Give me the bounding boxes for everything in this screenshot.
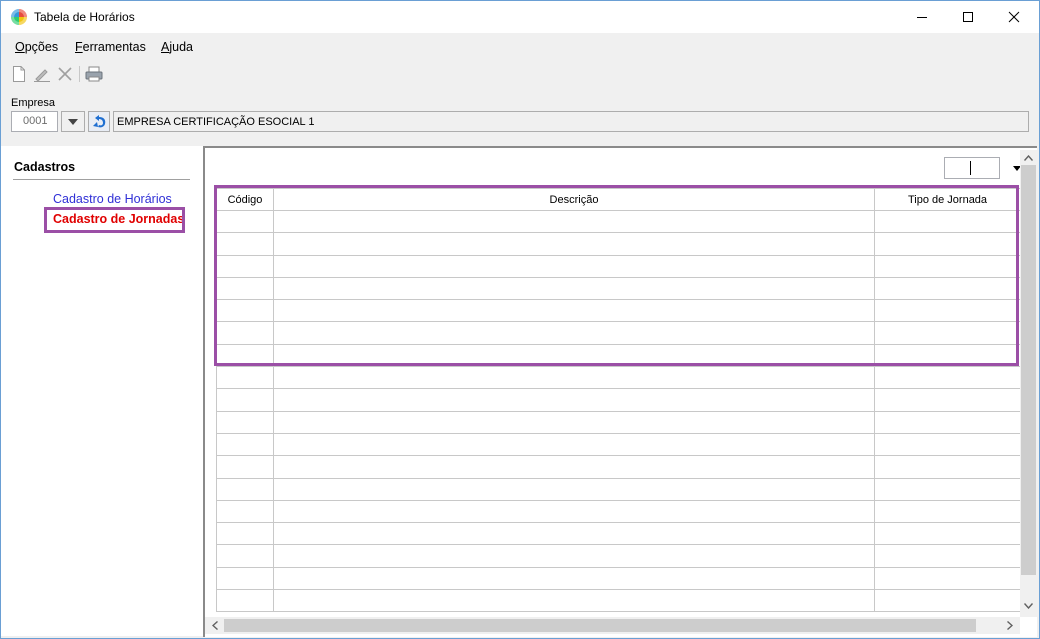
menu-bar: Opções Ferramentas Ajuda <box>1 33 1039 61</box>
table-row[interactable] <box>216 432 1021 457</box>
grid-filter-input[interactable] <box>944 157 1000 179</box>
new-document-icon[interactable] <box>9 64 29 84</box>
empresa-dropdown-button[interactable] <box>61 111 85 132</box>
cadastros-divider <box>13 179 190 180</box>
table-cell[interactable] <box>273 566 875 591</box>
scroll-down-icon[interactable] <box>1021 598 1036 613</box>
empresa-name-field: EMPRESA CERTIFICAÇÃO ESOCIAL 1 <box>113 111 1029 132</box>
table-cell[interactable] <box>273 388 875 412</box>
scroll-up-icon[interactable] <box>1021 150 1036 165</box>
menu-opcoes[interactable]: Opções <box>15 40 58 54</box>
horizontal-scroll-thumb[interactable] <box>224 619 976 632</box>
table-cell[interactable] <box>216 432 274 457</box>
empresa-code-field[interactable]: 0001 <box>11 111 58 132</box>
menu-ferramentas-mnemonic: F <box>75 40 83 54</box>
table-cell[interactable] <box>216 589 274 613</box>
table-cell[interactable] <box>216 544 274 568</box>
text-caret <box>970 161 971 175</box>
table-row[interactable] <box>216 499 1021 524</box>
table-cell[interactable] <box>273 522 875 546</box>
table-cell[interactable] <box>216 366 274 390</box>
close-button[interactable] <box>991 1 1037 33</box>
table-cell[interactable] <box>273 499 875 524</box>
table-cell[interactable] <box>216 455 274 479</box>
title-bar: Tabela de Horários <box>1 1 1039 33</box>
toolbar-separator <box>79 66 80 82</box>
table-row[interactable] <box>216 410 1021 434</box>
menu-opcoes-mnemonic: O <box>15 40 25 54</box>
maximize-button[interactable] <box>945 1 991 33</box>
table-row[interactable] <box>216 589 1021 613</box>
edit-pencil-icon[interactable] <box>32 64 52 84</box>
table-cell[interactable] <box>273 589 875 613</box>
table-row[interactable] <box>216 366 1021 390</box>
table-cell[interactable] <box>216 388 274 412</box>
table-row[interactable] <box>216 455 1021 479</box>
table-cell[interactable] <box>216 477 274 501</box>
table-row[interactable] <box>216 388 1021 412</box>
chevron-down-icon <box>68 118 78 125</box>
window-title: Tabela de Horários <box>34 10 135 24</box>
table-cell[interactable] <box>874 455 1021 479</box>
print-icon[interactable] <box>84 64 104 84</box>
menu-ferramentas-label: erramentas <box>82 40 146 54</box>
table-cell[interactable] <box>216 522 274 546</box>
table-cell[interactable] <box>874 589 1021 613</box>
table-cell[interactable] <box>273 366 875 390</box>
table-cell[interactable] <box>216 499 274 524</box>
table-cell[interactable] <box>874 410 1021 434</box>
cadastros-title: Cadastros <box>14 160 76 174</box>
table-cell[interactable] <box>273 455 875 479</box>
table-cell[interactable] <box>874 388 1021 412</box>
highlight-table-top <box>214 185 1019 366</box>
menu-ajuda-label: juda <box>169 40 193 54</box>
table-cell[interactable] <box>216 566 274 591</box>
table-cell[interactable] <box>874 544 1021 568</box>
table-cell[interactable] <box>273 410 875 434</box>
menu-ajuda[interactable]: Ajuda <box>161 40 193 54</box>
table-cell[interactable] <box>874 499 1021 524</box>
table-row[interactable] <box>216 544 1021 568</box>
table-row[interactable] <box>216 522 1021 546</box>
table-cell[interactable] <box>874 366 1021 390</box>
vertical-scroll-thumb[interactable] <box>1021 165 1036 575</box>
table-row[interactable] <box>216 566 1021 591</box>
delete-x-icon[interactable] <box>55 64 75 84</box>
table-cell[interactable] <box>273 432 875 457</box>
empresa-label: Empresa <box>11 97 56 109</box>
table-row[interactable] <box>216 477 1021 501</box>
table-cell[interactable] <box>874 522 1021 546</box>
table-cell[interactable] <box>273 544 875 568</box>
table-cell[interactable] <box>874 477 1021 501</box>
app-logo-icon <box>11 9 27 25</box>
menu-opcoes-label: pções <box>24 40 59 54</box>
toolbar <box>1 61 1039 89</box>
menu-ferramentas[interactable]: Ferramentas <box>75 40 146 54</box>
table-cell[interactable] <box>874 566 1021 591</box>
scroll-right-icon[interactable] <box>1002 618 1017 633</box>
scroll-left-icon[interactable] <box>207 618 222 633</box>
table-cell[interactable] <box>273 477 875 501</box>
empresa-refresh-button[interactable] <box>88 111 110 132</box>
minimize-button[interactable] <box>899 1 945 33</box>
link-cadastro-horarios[interactable]: Cadastro de Horários <box>53 192 172 206</box>
undo-arrow-icon <box>93 114 106 127</box>
table-cell[interactable] <box>216 410 274 434</box>
highlight-jornadas-link <box>44 207 185 233</box>
table-cell[interactable] <box>874 432 1021 457</box>
